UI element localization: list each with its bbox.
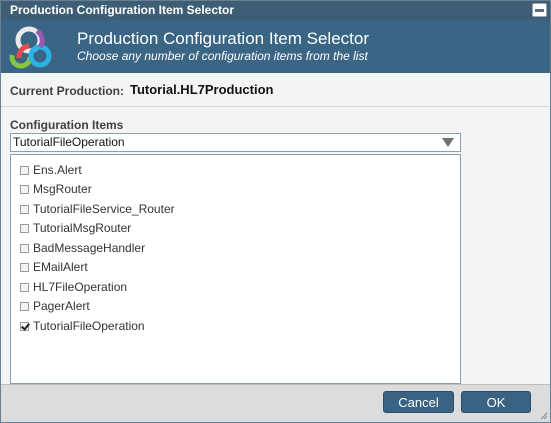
header-subtitle: Choose any number of configuration items… — [77, 49, 368, 63]
list-item-label: TutorialFileOperation — [33, 319, 145, 333]
minimize-button[interactable] — [532, 3, 547, 17]
configuration-items-label: Configuration Items — [10, 118, 124, 132]
list-item[interactable]: Ens.Alert — [20, 161, 82, 179]
list-item-label: BadMessageHandler — [33, 241, 146, 255]
list-item-label: MsgRouter — [33, 182, 92, 196]
current-production-value: Tutorial.HL7Production — [130, 82, 274, 97]
list-item[interactable]: HL7FileOperation — [20, 278, 127, 296]
checkbox[interactable] — [20, 184, 29, 194]
list-item[interactable]: BadMessageHandler — [20, 239, 145, 257]
checkbox-checked[interactable] — [20, 321, 29, 331]
list-item[interactable]: TutorialMsgRouter — [20, 219, 131, 237]
list-item[interactable]: MsgRouter — [20, 180, 92, 198]
checkbox[interactable] — [20, 223, 29, 233]
combobox-value: TutorialFileOperation — [13, 135, 125, 149]
list-item[interactable]: PagerAlert — [20, 297, 90, 315]
list-item-label: PagerAlert — [33, 299, 90, 313]
configuration-items-combobox[interactable]: TutorialFileOperation — [10, 133, 461, 152]
dialog-footer: Cancel OK — [1, 384, 550, 422]
dropdown-arrow-icon[interactable] — [442, 138, 454, 147]
list-item[interactable]: EMailAlert — [20, 258, 88, 276]
list-item[interactable]: TutorialFileService_Router — [20, 200, 175, 218]
checkbox[interactable] — [20, 301, 29, 311]
content-area: Current Production: Tutorial.HL7Producti… — [1, 73, 550, 384]
list-item-label: TutorialFileService_Router — [33, 202, 175, 216]
window-title: Production Configuration Item Selector — [10, 3, 235, 17]
checkbox[interactable] — [20, 262, 29, 272]
minimize-icon — [535, 9, 544, 12]
divider — [1, 106, 550, 107]
list-item[interactable]: TutorialFileOperation — [20, 317, 145, 335]
dialog-header: Production Configuration Item Selector C… — [1, 20, 550, 73]
cancel-button[interactable]: Cancel — [383, 391, 454, 413]
dialog: Production Configuration Item Selector P… — [0, 0, 551, 423]
configuration-items-list[interactable]: Ens.Alert MsgRouter TutorialFileService_… — [10, 154, 461, 384]
checkbox[interactable] — [20, 243, 29, 253]
logo-icon — [9, 26, 52, 69]
list-item-label: HL7FileOperation — [33, 280, 128, 294]
list-item-label: TutorialMsgRouter — [33, 221, 132, 235]
checkbox[interactable] — [20, 204, 29, 214]
list-item-label: EMailAlert — [33, 260, 88, 274]
header-title: Production Configuration Item Selector — [77, 29, 369, 48]
ok-button[interactable]: OK — [461, 391, 531, 413]
checkbox[interactable] — [20, 282, 29, 292]
title-bar[interactable]: Production Configuration Item Selector — [1, 1, 550, 20]
resize-grip-icon[interactable] — [540, 412, 548, 420]
list-item-label: Ens.Alert — [33, 163, 82, 177]
current-production-label: Current Production: — [10, 84, 124, 98]
checkbox[interactable] — [20, 165, 29, 175]
